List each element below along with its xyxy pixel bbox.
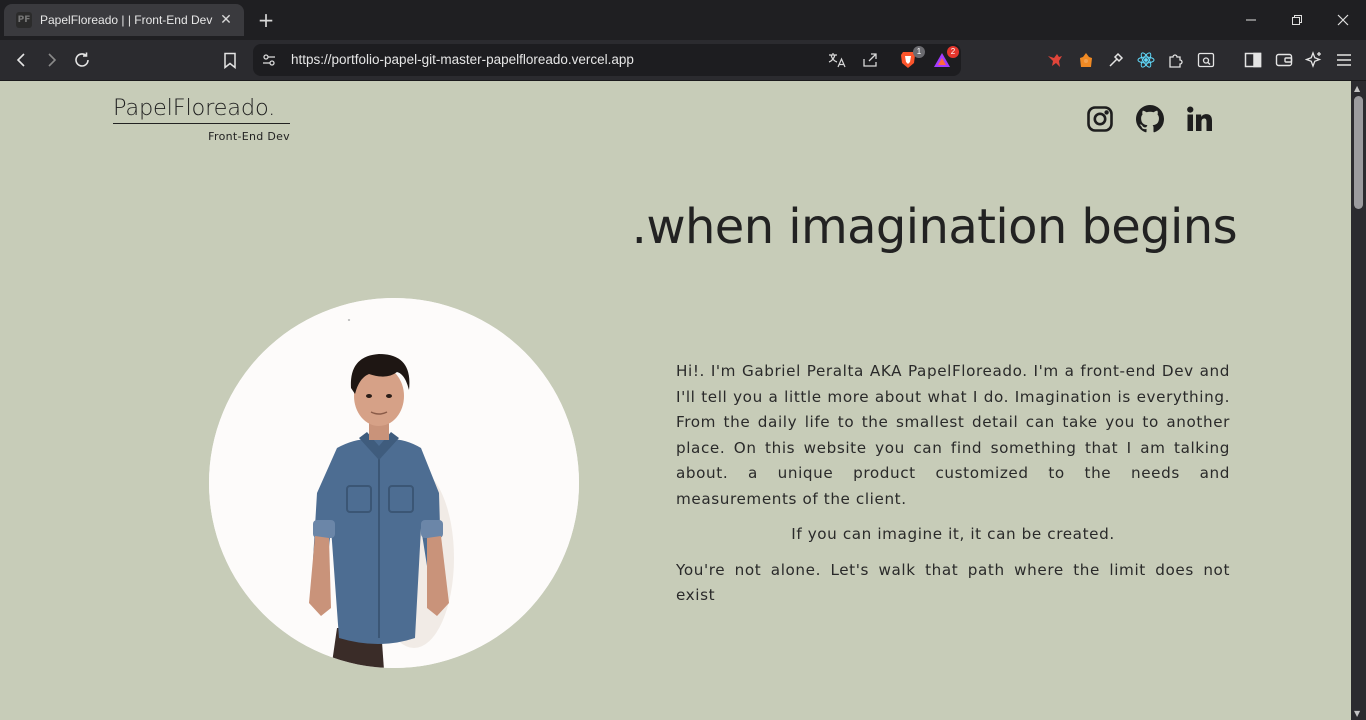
url-text: https://portfolio-papel-git-master-papel…	[291, 52, 634, 67]
close-window-button[interactable]	[1320, 0, 1366, 40]
sidebar-icon[interactable]	[1240, 48, 1266, 72]
extension-bird-icon[interactable]	[1042, 48, 1068, 72]
bio-tagline: If you can imagine it, it can be created…	[791, 525, 1115, 543]
scrollbar-thumb[interactable]	[1354, 96, 1363, 209]
extension-fox-icon[interactable]	[1073, 48, 1099, 72]
site-favicon-icon: PF	[16, 12, 32, 28]
scroll-up-icon[interactable]: ▲	[1354, 84, 1360, 93]
translate-icon[interactable]	[826, 50, 848, 70]
new-tab-button[interactable]: +	[256, 8, 276, 32]
bookmark-icon[interactable]	[217, 48, 243, 72]
share-icon[interactable]	[859, 50, 881, 70]
instagram-icon[interactable]	[1086, 105, 1116, 135]
leo-ai-icon[interactable]	[1301, 48, 1327, 72]
bio-closing: You're not alone. Let's walk that path w…	[676, 560, 1230, 605]
hero-headline: .when imagination begins	[631, 199, 1238, 255]
tab-close-icon[interactable]: ✕	[216, 10, 236, 30]
brave-shield-icon[interactable]: 1	[897, 46, 925, 70]
reload-icon[interactable]	[69, 48, 95, 72]
bio-intro: Hi!. I'm Gabriel Peralta AKA PapelFlorea…	[676, 362, 1230, 508]
wallet-icon[interactable]	[1271, 48, 1297, 72]
browser-toolbar: https://portfolio-papel-git-master-papel…	[0, 40, 1366, 81]
brave-rewards-icon[interactable]: 2	[931, 46, 959, 70]
github-icon[interactable]	[1136, 105, 1166, 135]
minimize-button[interactable]	[1228, 0, 1274, 40]
back-icon[interactable]	[9, 48, 35, 72]
page-scrollbar[interactable]: ▲ ▼	[1351, 81, 1366, 720]
web-page: PapelFloreado. Front-End Dev .when imagi…	[0, 81, 1351, 720]
address-bar[interactable]: https://portfolio-papel-git-master-papel…	[253, 44, 961, 76]
extension-colorpicker-icon[interactable]	[1103, 48, 1129, 72]
restore-button[interactable]	[1274, 0, 1320, 40]
site-logo[interactable]: PapelFloreado. Front-End Dev	[113, 95, 290, 143]
site-settings-icon[interactable]	[258, 50, 280, 70]
browser-tab[interactable]: PF PapelFloreado | | Front-End Dev ✕	[4, 4, 244, 36]
scroll-down-icon[interactable]: ▼	[1354, 709, 1360, 718]
rewards-count-badge: 2	[947, 46, 959, 58]
tab-strip: PF PapelFloreado | | Front-End Dev ✕ +	[0, 0, 1366, 40]
tab-search-icon[interactable]	[1193, 48, 1219, 72]
forward-icon[interactable]	[38, 48, 64, 72]
profile-photo	[209, 298, 579, 668]
tab-title: PapelFloreado | | Front-End Dev	[40, 13, 213, 27]
bio-section: Hi!. I'm Gabriel Peralta AKA PapelFlorea…	[676, 359, 1230, 609]
logo-name: PapelFloreado.	[113, 95, 290, 124]
menu-icon[interactable]	[1331, 48, 1357, 72]
linkedin-icon[interactable]	[1186, 105, 1216, 135]
shield-count-badge: 1	[913, 46, 925, 58]
extensions-puzzle-icon[interactable]	[1163, 48, 1189, 72]
extension-react-icon[interactable]	[1133, 48, 1159, 72]
logo-subtitle: Front-End Dev	[208, 130, 290, 143]
